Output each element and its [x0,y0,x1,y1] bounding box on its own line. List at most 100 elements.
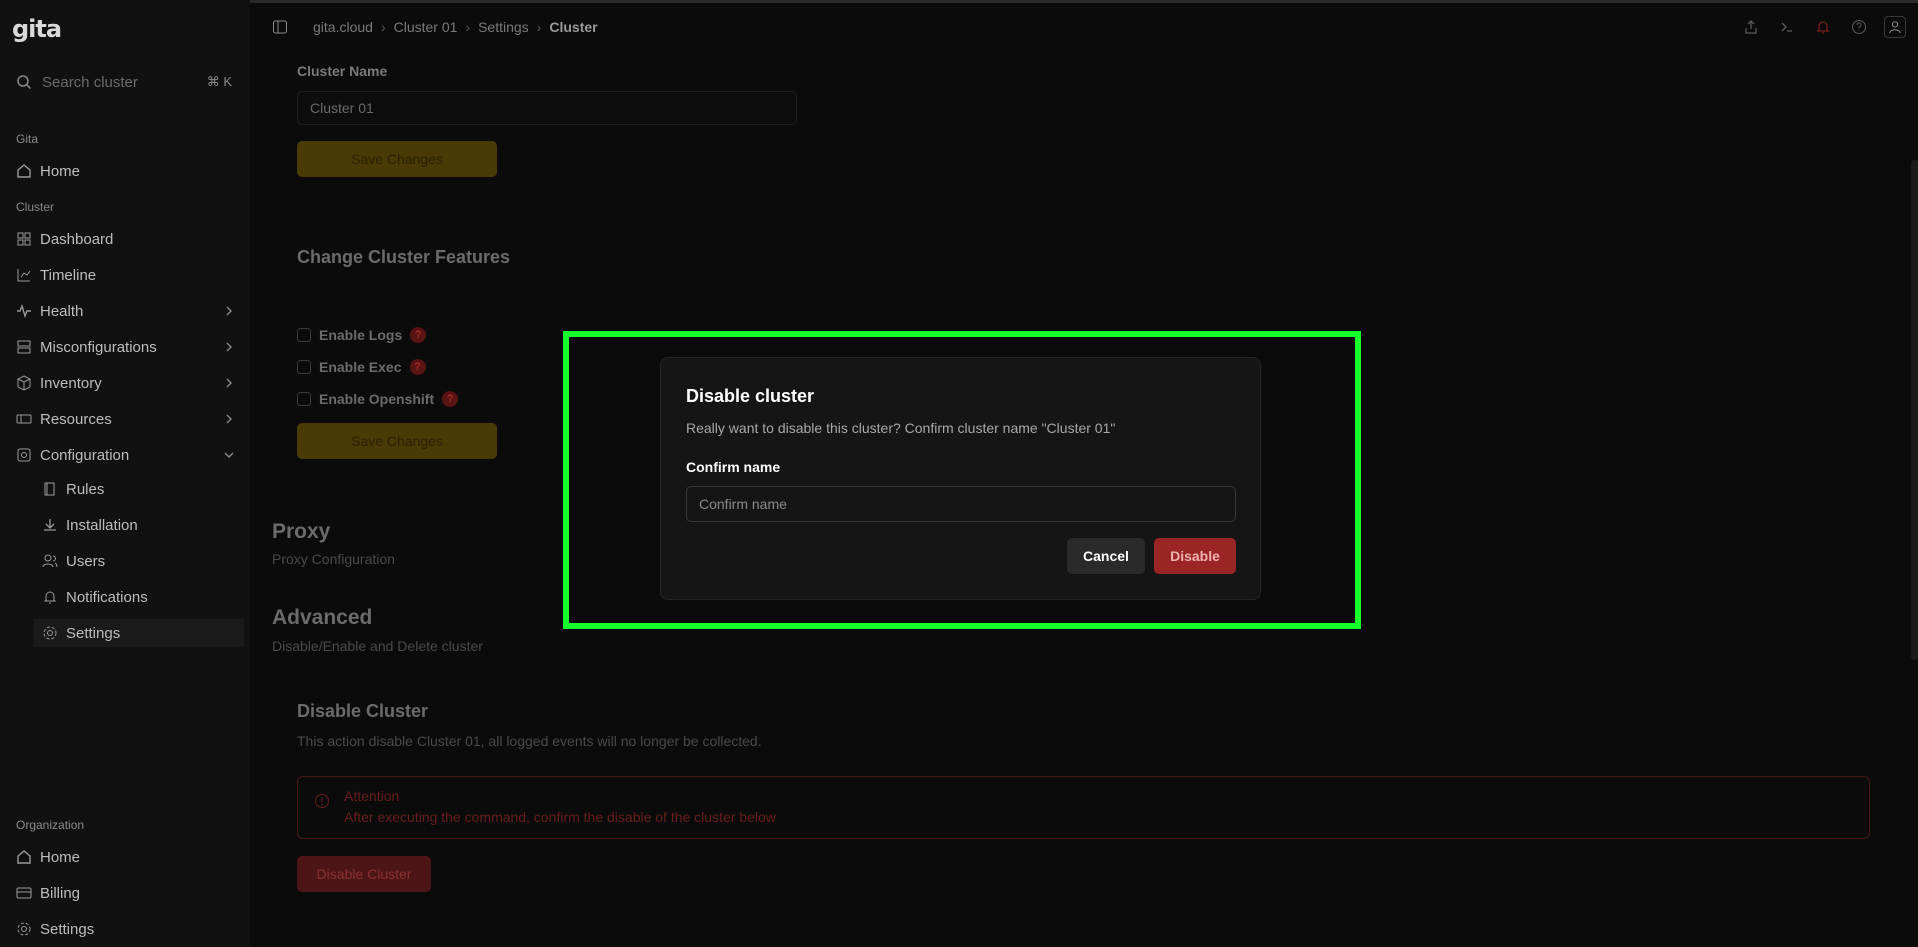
breadcrumb-item[interactable]: Cluster 01 [394,19,458,35]
confirm-name-input[interactable] [686,486,1236,522]
save-changes-button[interactable]: Save Changes [297,141,497,177]
top-actions [1740,16,1906,38]
disable-button[interactable]: Disable [1154,538,1236,574]
disable-cluster-button[interactable]: Disable Cluster [297,856,431,892]
cancel-button[interactable]: Cancel [1067,538,1145,574]
sidebar-item-label: Users [66,552,106,570]
sidebar-toggle-icon[interactable] [272,19,288,35]
breadcrumb-current: Cluster [549,19,598,35]
chevron-down-icon [222,448,236,462]
sidebar-item-label: Timeline [40,266,97,284]
enable-openshift-row[interactable]: Enable Openshift ? [297,389,459,409]
share-icon[interactable] [1740,16,1762,38]
timeline-icon [16,267,32,283]
search-placeholder: Search cluster [42,73,138,91]
attention-alert: Attention After executing the command, c… [297,776,1870,839]
sidebar-item-billing[interactable]: Billing [16,879,242,907]
enable-openshift-checkbox[interactable] [297,392,311,406]
dashboard-icon [16,231,32,247]
chevron-right-icon [222,304,236,318]
chevron-right-icon [222,340,236,354]
sidebar-item-installation[interactable]: Installation [42,511,242,539]
help-icon[interactable]: ? [409,359,426,375]
sidebar-item-label: Home [40,162,81,180]
sidebar-item-health[interactable]: Health [16,297,242,325]
sidebar-item-label: Installation [66,516,138,534]
sidebar-item-misconfigurations[interactable]: Misconfigurations [16,333,242,361]
chevron-right-icon [222,412,236,426]
enable-logs-row[interactable]: Enable Logs ? [297,325,427,345]
bell-icon[interactable] [1812,16,1834,38]
gear-icon [42,625,58,641]
scrollbar[interactable] [1911,160,1918,660]
advanced-subtitle: Disable/Enable and Delete cluster [272,638,483,654]
chevron-right-icon: › [380,19,386,35]
sidebar-item-label: Notifications [66,588,148,606]
breadcrumb-item[interactable]: gita.cloud [313,19,373,35]
activity-icon [16,303,32,319]
sidebar-item-home[interactable]: Home [16,157,242,185]
server-icon [16,339,32,355]
proxy-title[interactable]: Proxy [272,520,330,544]
alert-circle-icon [314,793,330,809]
sidebar-item-resources[interactable]: Resources [16,405,242,433]
credit-card-icon [16,885,32,901]
enable-openshift-label: Enable Openshift [319,391,435,407]
search-icon [16,74,32,90]
sidebar-item-dashboard[interactable]: Dashboard [16,225,242,253]
chevron-right-icon: › [536,19,542,35]
enable-logs-label: Enable Logs [319,327,403,343]
bell-icon [42,589,58,605]
help-icon[interactable]: ? [410,327,427,343]
confirm-name-label: Confirm name [686,459,781,475]
sidebar-item-inventory[interactable]: Inventory [16,369,242,397]
sidebar-item-label: Rules [66,480,105,498]
enable-logs-checkbox[interactable] [297,328,311,342]
dialog-description: Really want to disable this cluster? Con… [686,420,1116,436]
proxy-subtitle: Proxy Configuration [272,551,395,567]
sidebar-item-label: Settings [40,920,95,938]
terminal-icon[interactable] [1776,16,1798,38]
search-cluster[interactable]: Search cluster ⌘ K [16,70,240,94]
gear-icon [16,921,32,937]
sidebar-item-label: Misconfigurations [40,338,157,356]
chevron-right-icon: › [465,19,471,35]
sidebar-item-label: Inventory [40,374,102,392]
sidebar-item-org-home[interactable]: Home [16,843,242,871]
sidebar-item-timeline[interactable]: Timeline [16,261,242,289]
enable-exec-checkbox[interactable] [297,360,311,374]
sidebar-item-label: Resources [40,410,112,428]
features-title: Change Cluster Features [297,247,511,267]
book-icon [42,481,58,497]
cluster-name-input[interactable]: Cluster 01 [297,91,797,125]
enable-exec-label: Enable Exec [319,359,402,375]
attention-text: After executing the command, confirm the… [344,809,776,825]
sidebar-item-org-settings[interactable]: Settings [16,915,242,943]
sidebar: gita Search cluster ⌘ K Gita Home Cluste… [0,0,250,947]
dialog-title: Disable cluster [686,386,815,406]
top-border [0,0,1918,3]
breadcrumb-item[interactable]: Settings [478,19,529,35]
sidebar-item-label: Billing [40,884,81,902]
user-menu-icon[interactable] [1884,16,1906,38]
sidebar-item-users[interactable]: Users [42,547,242,575]
sidebar-item-settings[interactable]: Settings [34,619,244,647]
package-icon [16,375,32,391]
enable-exec-row[interactable]: Enable Exec ? [297,357,426,377]
help-icon[interactable] [1848,16,1870,38]
disable-cluster-title: Disable Cluster [297,701,429,721]
disable-cluster-description: This action disable Cluster 01, all logg… [297,733,762,749]
sidebar-item-label: Health [40,302,84,320]
search-shortcut: ⌘ K [206,74,232,89]
save-changes-features-button[interactable]: Save Changes [297,423,497,459]
sidebar-item-notifications[interactable]: Notifications [42,583,242,611]
section-label-organization: Organization [16,818,85,832]
sidebar-item-rules[interactable]: Rules [42,475,242,503]
sidebar-item-configuration[interactable]: Configuration [16,441,242,469]
help-icon[interactable]: ? [442,391,459,407]
users-icon [42,553,58,569]
sidebar-item-label: Settings [66,624,121,642]
advanced-title[interactable]: Advanced [272,606,372,630]
home-icon [16,163,32,179]
sidebar-item-label: Dashboard [40,230,114,248]
